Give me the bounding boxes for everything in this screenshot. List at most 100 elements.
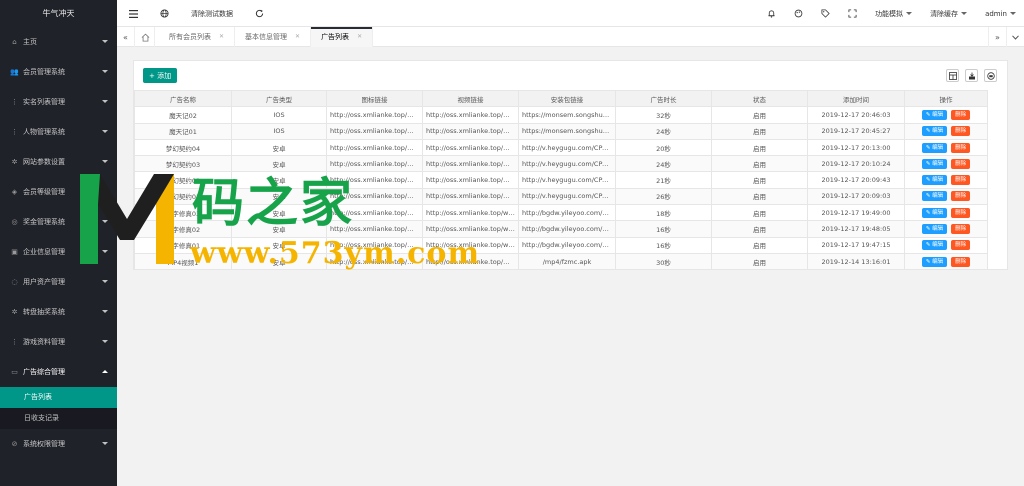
- edit-button[interactable]: ✎ 编辑: [921, 191, 948, 202]
- actions-cell: ✎ 编辑 删除: [904, 236, 988, 254]
- tab[interactable]: 基本信息管理 ✕: [235, 27, 312, 47]
- table-cell: 启用: [711, 220, 808, 238]
- table-cell: 32秒: [615, 106, 712, 124]
- add-button[interactable]: + 添加: [143, 68, 178, 83]
- chevron-down-icon: [1010, 12, 1016, 15]
- theme-icon[interactable]: [794, 9, 803, 18]
- sidebar-item[interactable]: ◈ 会员等级管理: [0, 177, 117, 207]
- sidebar-item[interactable]: ◌ 用户资产管理: [0, 267, 117, 297]
- chevron-down-icon: [102, 40, 108, 43]
- user-menu[interactable]: admin: [985, 10, 1016, 18]
- building-icon: ▣: [11, 248, 18, 256]
- delete-button[interactable]: 删除: [951, 256, 971, 267]
- clear-cache-dropdown[interactable]: 清除缓存: [930, 9, 968, 19]
- edit-button[interactable]: ✎ 编辑: [921, 158, 948, 169]
- sidebar-subitem[interactable]: 广告列表: [0, 387, 117, 408]
- delete-button[interactable]: 删除: [951, 207, 971, 218]
- sidebar-item[interactable]: ▣ 企业信息管理: [0, 237, 117, 267]
- wallet-icon: ◌: [11, 278, 18, 286]
- tabs-next-icon[interactable]: »: [988, 27, 1006, 47]
- table-cell: IOS: [231, 106, 327, 124]
- sidebar-item[interactable]: ✲ 网站参数设置: [0, 147, 117, 177]
- table-cell: 文字修真03: [134, 204, 232, 222]
- ad-table: 广告名称 广告类型 图标链接 视频链接 安装包链接 广告时长 状态 添加时间 操作 魔天记02 I…: [134, 89, 988, 271]
- edit-button[interactable]: ✎ 编辑: [921, 224, 948, 235]
- sidebar-item[interactable]: ▭ 广告综合管理: [0, 357, 117, 387]
- chevron-down-icon: [102, 130, 108, 133]
- table-cell: http://oss.xmlianke.top/m...: [422, 187, 519, 206]
- edit-button[interactable]: ✎ 编辑: [921, 207, 948, 218]
- sidebar-item[interactable]: ◎ 奖金管理系统: [0, 207, 117, 237]
- table-cell: http://bgdw.yileyoo.com/Yi...: [518, 236, 616, 254]
- table-cell: http://oss.xmlianke.top/m...: [422, 171, 519, 189]
- sidebar-item[interactable]: ⋮ 人物管理系统: [0, 117, 117, 147]
- table-cell: http://bgdw.yileyoo.com/Yi...: [518, 220, 616, 238]
- table-toolbar: + 添加: [134, 61, 1007, 89]
- column-header: 操作: [904, 89, 988, 108]
- chat-icon: ▭: [11, 368, 18, 376]
- sidebar-item[interactable]: ⋮ 实名列表管理: [0, 87, 117, 117]
- print-icon[interactable]: [984, 69, 997, 82]
- edit-button[interactable]: ✎ 编辑: [921, 256, 948, 267]
- sidebar-submenu: 广告列表 日收支记录: [0, 387, 117, 429]
- chevron-down-icon: [906, 12, 913, 15]
- table-cell: http://v.heygugu.com/CPA...: [518, 171, 616, 189]
- table-row: 魔天记02 IOS http://oss.xmlianke.top/m... http…: [134, 106, 988, 124]
- tab[interactable]: 所有会员列表 ✕: [159, 27, 236, 47]
- table-cell: 安卓: [231, 252, 327, 271]
- table-row: 梦幻契约02 安卓 http://oss.xmlianke.top/m... http…: [134, 171, 988, 189]
- edit-button[interactable]: ✎ 编辑: [921, 142, 948, 153]
- table-cell: 梦幻契约02: [134, 171, 232, 189]
- edit-button[interactable]: ✎ 编辑: [921, 109, 948, 120]
- table-cell: http://v.heygugu.com/CPA...: [518, 155, 616, 173]
- tabs-menu-icon[interactable]: [1006, 27, 1024, 47]
- sidebar-item[interactable]: 👥 会员管理系统: [0, 57, 117, 87]
- delete-button[interactable]: 删除: [951, 109, 971, 120]
- table-cell: 魔天记02: [134, 106, 232, 124]
- table-cell: 24秒: [615, 122, 712, 140]
- sidebar-item[interactable]: ✲ 转盘抽奖系统: [0, 297, 117, 327]
- table-cell: 2019-12-17 19:47:15: [807, 236, 905, 254]
- refresh-icon[interactable]: [255, 9, 264, 18]
- username: admin: [985, 9, 1007, 18]
- delete-button[interactable]: 删除: [951, 158, 971, 169]
- export-icon[interactable]: [965, 69, 978, 82]
- clear-test-data-button[interactable]: 清除测试数据: [191, 9, 233, 19]
- function-mode-dropdown[interactable]: 功能模拟: [875, 9, 913, 19]
- sidebar-item[interactable]: ⌂ 主页: [0, 27, 117, 57]
- edit-button[interactable]: ✎ 编辑: [921, 175, 948, 186]
- tag-icon[interactable]: [821, 9, 830, 18]
- sidebar-item[interactable]: ⊘ 系统权限管理: [0, 429, 117, 459]
- menu-toggle-icon[interactable]: [129, 9, 138, 18]
- delete-button[interactable]: 删除: [951, 240, 971, 251]
- sidebar-item-label: 转盘抽奖系统: [23, 308, 65, 316]
- column-header: 广告时长: [615, 89, 712, 108]
- sidebar-subitem[interactable]: 日收支记录: [0, 408, 117, 429]
- table-cell: 安卓: [231, 220, 327, 238]
- delete-button[interactable]: 删除: [951, 175, 971, 186]
- close-icon[interactable]: ✕: [357, 27, 362, 47]
- delete-button[interactable]: 删除: [951, 142, 971, 153]
- bell-icon[interactable]: [767, 9, 776, 18]
- globe-icon[interactable]: [160, 9, 169, 18]
- ad-list-card: + 添加 广告名称 广告类型 图标链接 视频链接 安装包链接 广告时长 状态 添加时间 操作 魔…: [133, 60, 1008, 271]
- tab[interactable]: 广告列表 ✕: [311, 27, 374, 47]
- actions-cell: ✎ 编辑 删除: [904, 204, 988, 222]
- home-tab-icon[interactable]: [137, 27, 155, 47]
- table-cell: 2019-12-17 20:45:27: [807, 122, 905, 140]
- delete-button[interactable]: 删除: [951, 126, 971, 137]
- table-cell: http://oss.xmlianke.top/m...: [326, 155, 423, 173]
- brand-title: 牛气冲天: [0, 0, 117, 27]
- edit-button[interactable]: ✎ 编辑: [921, 126, 948, 137]
- delete-button[interactable]: 删除: [951, 191, 971, 202]
- tabs-prev-icon[interactable]: «: [117, 27, 135, 47]
- delete-button[interactable]: 删除: [951, 224, 971, 235]
- table-cell: 26秒: [615, 187, 712, 206]
- table-cell: http://oss.xmlianke.top/%...: [422, 252, 519, 271]
- close-icon[interactable]: ✕: [295, 27, 300, 47]
- edit-button[interactable]: ✎ 编辑: [921, 240, 948, 251]
- columns-filter-icon[interactable]: [946, 69, 959, 82]
- close-icon[interactable]: ✕: [219, 27, 224, 47]
- fullscreen-icon[interactable]: [848, 9, 857, 18]
- sidebar-item[interactable]: ⋮ 游戏资料管理: [0, 327, 117, 357]
